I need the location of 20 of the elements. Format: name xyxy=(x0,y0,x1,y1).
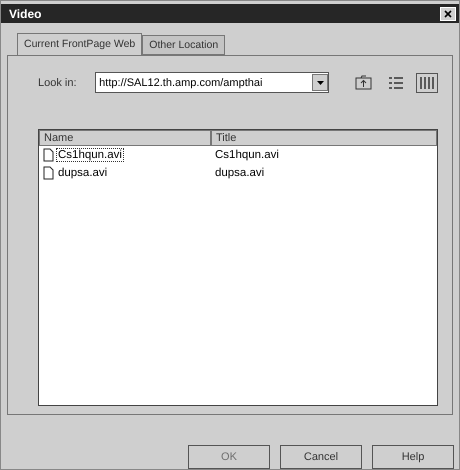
close-icon[interactable] xyxy=(444,10,452,18)
tab[interactable]: Current FrontPage Web xyxy=(17,33,142,56)
dialog-button[interactable]: Cancel xyxy=(280,445,362,469)
window-title: Video xyxy=(9,6,42,21)
column-header[interactable]: Name xyxy=(39,130,211,146)
title-cell-text: Cs1hqun.avi xyxy=(214,149,280,162)
details-view-button[interactable] xyxy=(416,72,438,93)
caret-icon[interactable] xyxy=(316,80,324,85)
column-header[interactable]: Title xyxy=(211,130,437,146)
file-name-cell[interactable]: dupsa.avi xyxy=(39,166,211,180)
dialog-button[interactable]: Help xyxy=(372,445,454,469)
dropdown-button[interactable] xyxy=(312,74,328,92)
look-in-dropdown[interactable]: http://SAL12.th.amp.com/ampthai xyxy=(95,72,330,94)
file-icon xyxy=(43,166,54,180)
file-icon xyxy=(43,148,54,162)
tab[interactable]: Other Location xyxy=(142,35,226,56)
close-button[interactable] xyxy=(440,6,456,21)
file-name-cell[interactable]: Cs1hqun.avi xyxy=(39,148,211,162)
title-cell-text: dupsa.avi xyxy=(214,167,266,180)
look-in-label: Look in: xyxy=(38,76,78,89)
